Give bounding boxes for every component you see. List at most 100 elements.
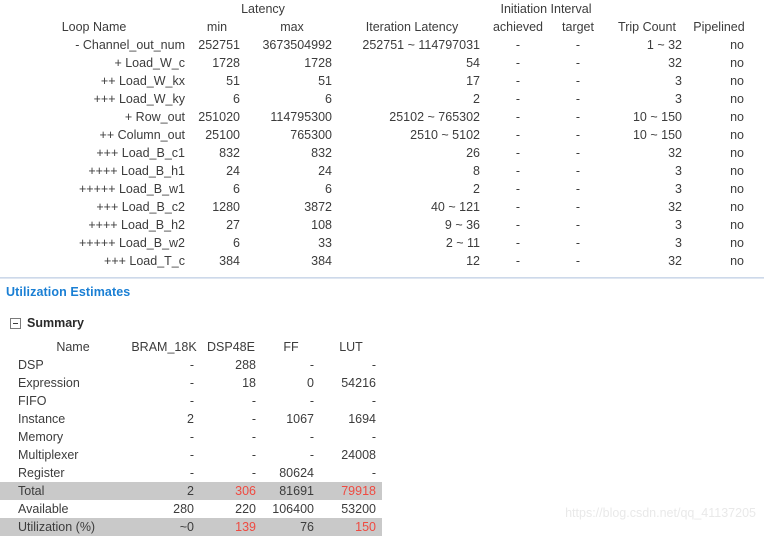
resource-dsp-cell: 139 <box>200 518 262 536</box>
column-header-trip-count: Trip Count <box>618 20 676 34</box>
loop-min-cell: 25100 <box>205 128 240 142</box>
loop-iteration-latency-cell: 8 <box>473 164 480 178</box>
resource-ff-cell: 1067 <box>286 412 314 426</box>
loop-max-cell: 33 <box>318 236 332 250</box>
row-pad <box>750 36 764 54</box>
row-pad <box>0 482 18 500</box>
summary-group[interactable]: Summary <box>10 316 84 330</box>
loop-min-cell: 6 <box>233 236 240 250</box>
resource-dsp-cell: 306 <box>200 482 262 500</box>
loop-target-cell: - <box>575 182 581 196</box>
resource-ff-cell: - <box>309 394 314 408</box>
row-pad <box>750 216 764 234</box>
loop-trip-count-cell: 3 <box>675 182 682 196</box>
loop-target-cell: - <box>575 218 581 232</box>
loop-min-cell: 251020 <box>198 110 240 124</box>
resource-name-cell: DSP <box>18 358 44 372</box>
table-row[interactable]: - Channel_out_num 252751 3673504992 252751 … <box>0 36 764 54</box>
loop-pipelined-cell: no <box>730 92 744 106</box>
resource-bram-cell: 2 <box>128 482 200 500</box>
table-row[interactable]: ++ Column_out 25100 765300 2510 ~ 5102 - - 10 … <box>0 126 764 144</box>
resource-dsp-cell: - <box>251 412 256 426</box>
table-row[interactable]: Register - - 80624 - <box>0 464 382 482</box>
table-row[interactable]: +++ Load_B_c1 832 832 26 - - 32 no <box>0 144 764 162</box>
table-row[interactable]: ++ Load_W_kx 51 51 17 - - 3 no <box>0 72 764 90</box>
resource-name-cell: FIFO <box>18 394 47 408</box>
loop-max-cell: 6 <box>325 92 332 106</box>
table-row[interactable]: +++++ Load_B_w2 6 33 2 ~ 11 - - 3 no <box>0 234 764 252</box>
table-row[interactable]: ++++ Load_B_h2 27 108 9 ~ 36 - - 3 no <box>0 216 764 234</box>
table-row[interactable]: FIFO - - - - <box>0 392 382 410</box>
resource-lut-cell: 150 <box>320 518 382 536</box>
loop-achieved-cell: - <box>515 74 521 88</box>
resource-lut-cell: 53200 <box>341 502 376 516</box>
table-row[interactable]: +++ Load_B_c2 1280 3872 40 ~ 121 - - 32 no <box>0 198 764 216</box>
row-pad <box>0 518 18 536</box>
row-pad <box>750 108 764 126</box>
resource-ff-cell: 0 <box>307 376 314 390</box>
loop-name-cell: ++ Column_out <box>99 128 185 142</box>
resource-lut-cell: 54216 <box>341 376 376 390</box>
loop-name-cell: +++++ Load_B_w1 <box>79 182 185 196</box>
table-row[interactable]: + Row_out 251020 114795300 25102 ~ 765302 - -… <box>0 108 764 126</box>
table-row[interactable]: + Load_W_c 1728 1728 54 - - 32 no <box>0 54 764 72</box>
loop-max-cell: 3673504992 <box>262 38 332 52</box>
resource-name-cell: Utilization (%) <box>18 518 128 536</box>
loop-target-cell: - <box>575 200 581 214</box>
resource-bram-cell: - <box>189 358 194 372</box>
table-row[interactable]: +++ Load_T_c 384 384 12 - - 32 no <box>0 252 764 270</box>
table-row[interactable]: Instance 2 - 1067 1694 <box>0 410 382 428</box>
row-pad <box>750 180 764 198</box>
loop-target-cell: - <box>575 74 581 88</box>
resource-name-cell: Available <box>18 502 69 516</box>
resource-lut-cell: 24008 <box>341 448 376 462</box>
loop-max-cell: 384 <box>311 254 332 268</box>
loop-iteration-latency-cell: 40 ~ 121 <box>430 200 480 214</box>
table-row-summary[interactable]: Total 2 306 81691 79918 <box>0 482 382 500</box>
table-row-summary[interactable]: Utilization (%) ~0 139 76 150 <box>0 518 382 536</box>
row-pad <box>0 446 18 464</box>
table-row[interactable]: Multiplexer - - - 24008 <box>0 446 382 464</box>
resource-name-cell: Instance <box>18 412 66 426</box>
resource-bram-cell: 2 <box>187 412 194 426</box>
summary-label: Summary <box>27 316 84 330</box>
loop-name-cell: +++ Load_B_c1 <box>96 146 185 160</box>
column-header-iteration-latency: Iteration Latency <box>365 20 459 34</box>
collapse-minus-icon[interactable] <box>10 317 21 329</box>
resource-lut-cell: - <box>371 358 376 372</box>
loop-pipelined-cell: no <box>730 56 744 70</box>
utilization-summary-section: Name BRAM_18K DSP48E FF LUT DSP -288- - Exp… <box>0 338 400 536</box>
loop-pipelined-cell: no <box>730 128 744 142</box>
column-header-achieved: achieved <box>492 20 544 34</box>
resource-name-cell: Multiplexer <box>18 448 79 462</box>
loop-target-cell: - <box>575 146 581 160</box>
resource-ff-cell: - <box>309 448 314 462</box>
loop-target-cell: - <box>575 38 581 52</box>
loop-max-cell: 114795300 <box>270 110 332 124</box>
loop-name-cell: + Load_W_c <box>114 56 185 70</box>
loop-min-cell: 832 <box>219 146 240 160</box>
loop-achieved-cell: - <box>515 146 521 160</box>
table-row[interactable]: Memory - - - - <box>0 428 382 446</box>
table-row[interactable]: DSP - 288 - - <box>0 356 382 374</box>
loop-latency-table: Latency Initiation Interval Loop Name mi… <box>0 0 764 270</box>
resource-name-cell: Total <box>18 482 128 500</box>
table-row[interactable]: +++++ Load_B_w1 6 6 2 - - 3 no <box>0 180 764 198</box>
row-pad <box>750 126 764 144</box>
table-row[interactable]: Expression - 18 0 54216 <box>0 374 382 392</box>
loop-max-cell: 1728 <box>304 56 332 70</box>
utilization-header-pad <box>0 338 18 356</box>
table-row[interactable]: Available 280 220 106400 53200 <box>0 500 382 518</box>
table-row[interactable]: ++++ Load_B_h1 24 24 8 - - 3 no <box>0 162 764 180</box>
loop-achieved-cell: - <box>515 38 521 52</box>
loop-achieved-cell: - <box>515 110 521 124</box>
column-header-target: target <box>562 20 594 34</box>
loop-achieved-cell: - <box>515 200 521 214</box>
loop-name-cell: ++++ Load_B_h1 <box>88 164 185 178</box>
resource-ff-cell: - <box>309 430 314 444</box>
utilization-estimates-title: Utilization Estimates <box>6 285 131 299</box>
table-row[interactable]: +++ Load_W_ky 6 6 2 - - 3 no <box>0 90 764 108</box>
loop-min-cell: 384 <box>219 254 240 268</box>
loop-target-cell: - <box>575 254 581 268</box>
loop-achieved-cell: - <box>515 164 521 178</box>
